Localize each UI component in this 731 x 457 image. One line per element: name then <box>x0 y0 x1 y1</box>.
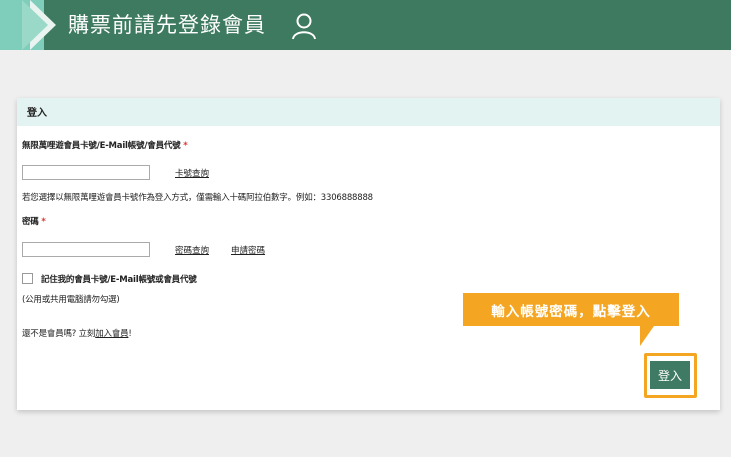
password-required-mark: * <box>41 217 46 227</box>
user-icon <box>292 13 316 40</box>
password-apply-link[interactable]: 申請密碼 <box>231 244 265 256</box>
account-required-mark: * <box>183 141 188 151</box>
callout-tail <box>640 326 654 346</box>
header-chevron-inner <box>22 0 48 50</box>
password-input[interactable] <box>22 242 150 257</box>
remember-checkbox[interactable] <box>22 273 33 284</box>
account-input[interactable] <box>22 165 150 180</box>
join-member-link[interactable]: 加入會員 <box>95 329 128 339</box>
not-member-text: 還不是會員嗎? 立刻 <box>22 329 96 339</box>
instruction-callout: 輸入帳號密碼，點擊登入 <box>463 293 679 326</box>
remember-note: (公用或共用電腦請勿勾選) <box>22 295 120 305</box>
not-member-row: 還不是會員嗎? 立刻加入會員! <box>22 327 132 339</box>
join-suffix: ! <box>128 329 132 339</box>
login-panel-header: 登入 <box>17 98 720 126</box>
password-label-row: 密碼 * <box>22 215 46 227</box>
remember-label: 記住我的會員卡號/E-Mail帳號或會員代號 <box>41 275 197 285</box>
login-button[interactable]: 登入 <box>650 361 690 389</box>
login-panel: 登入 無限萬哩遊會員卡號/E-Mail帳號/會員代號 * 卡號查詢 若您選擇以無… <box>17 98 720 410</box>
card-lookup-link[interactable]: 卡號查詢 <box>175 167 209 179</box>
account-hint: 若您選擇以無限萬哩遊會員卡號作為登入方式，僅需輸入十碼阿拉伯數字。例如：3306… <box>22 193 373 203</box>
page-header: 購票前請先登錄會員 <box>0 0 731 50</box>
page-title: 購票前請先登錄會員 <box>68 13 266 37</box>
account-label: 無限萬哩遊會員卡號/E-Mail帳號/會員代號 <box>22 141 181 151</box>
login-section-title: 登入 <box>27 108 47 119</box>
password-lookup-link[interactable]: 密碼查詢 <box>175 244 209 256</box>
account-label-row: 無限萬哩遊會員卡號/E-Mail帳號/會員代號 * <box>22 139 188 151</box>
password-label: 密碼 <box>22 217 39 227</box>
